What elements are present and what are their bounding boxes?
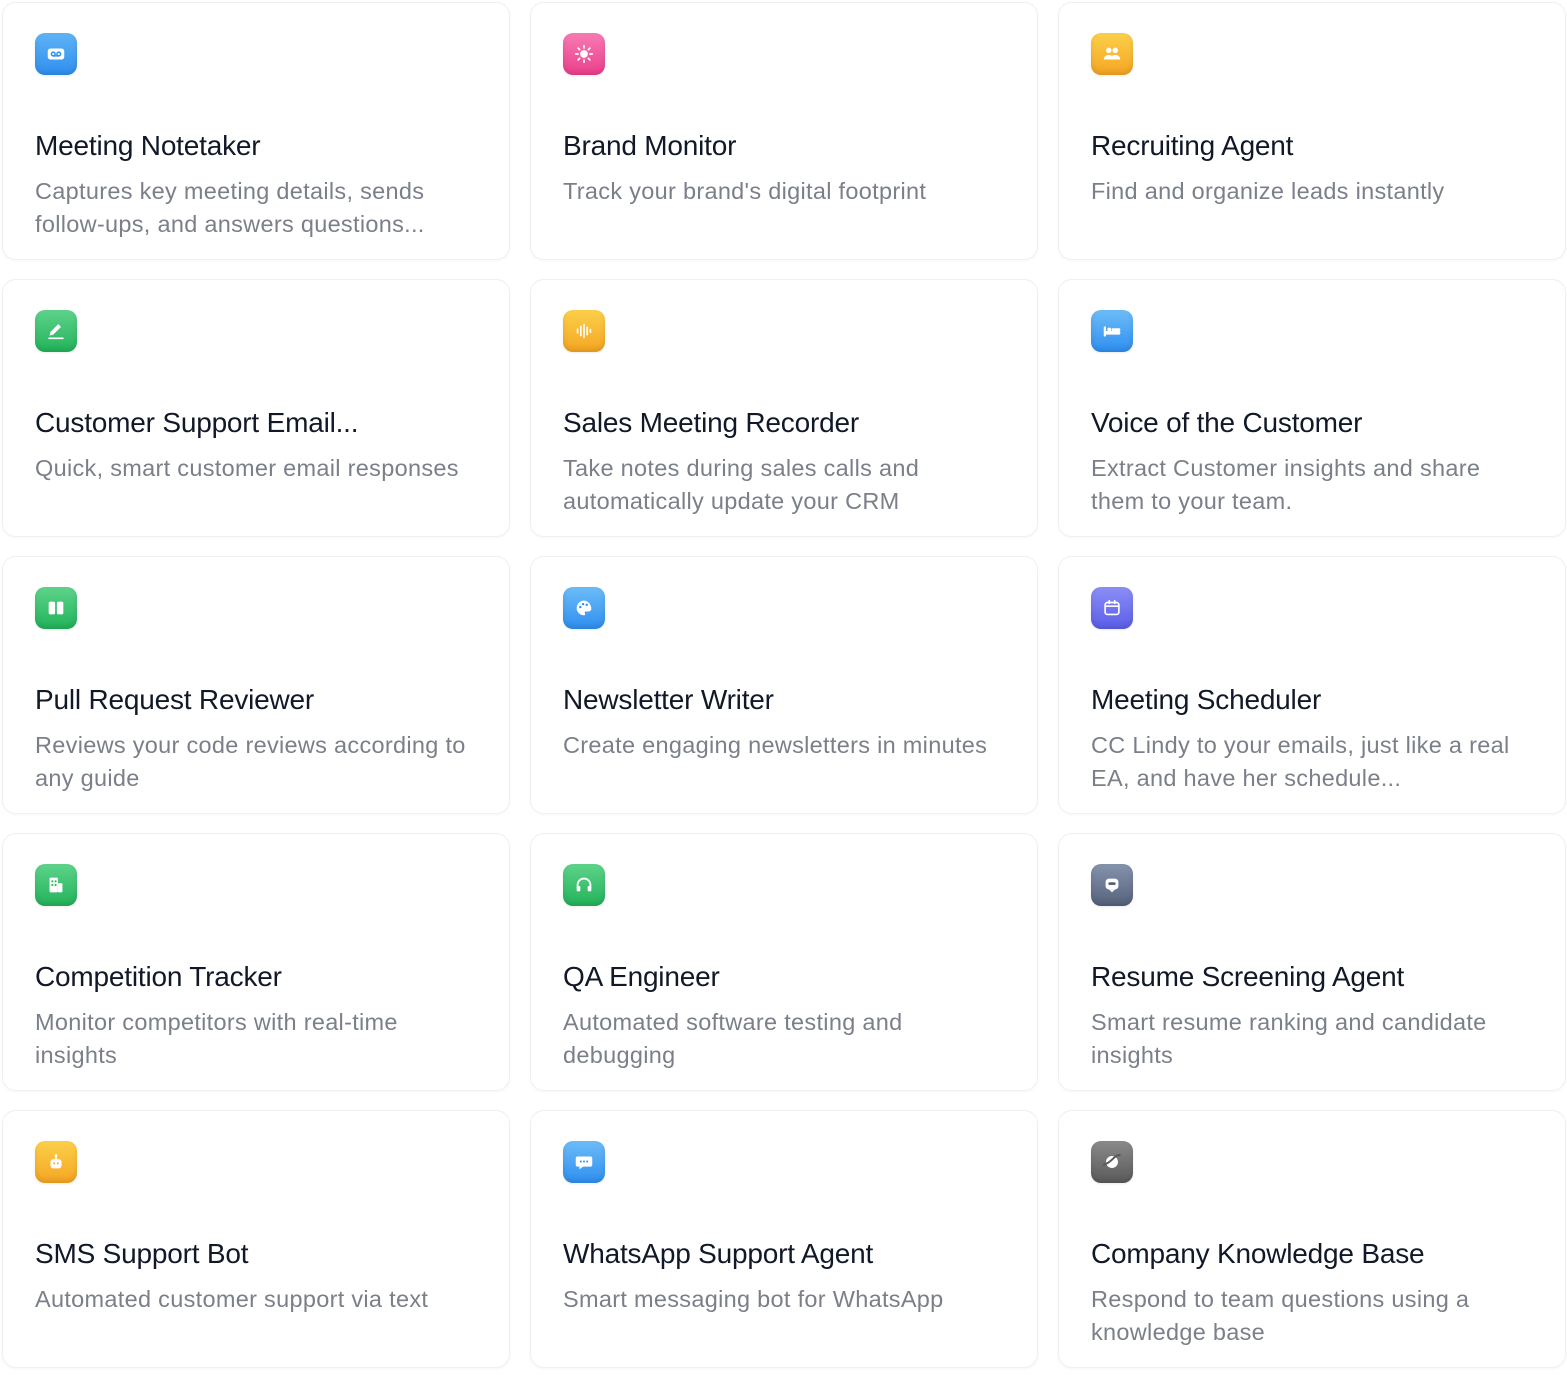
card-title: Sales Meeting Recorder: [563, 407, 859, 438]
template-card-meeting-scheduler[interactable]: Meeting Scheduler CC Lindy to your email…: [1058, 556, 1566, 814]
card-title: WhatsApp Support Agent: [563, 1238, 874, 1269]
chat-icon: [563, 1141, 605, 1183]
template-card-brand-monitor[interactable]: Brand Monitor Track your brand's digital…: [530, 2, 1038, 260]
card-title: Recruiting Agent: [1091, 130, 1294, 161]
template-card-whatsapp-support-agent[interactable]: WhatsApp Support Agent Smart messaging b…: [530, 1110, 1038, 1368]
card-title: SMS Support Bot: [35, 1238, 249, 1269]
card-description: Smart resume ranking and candidate insig…: [1091, 1009, 1487, 1068]
card-description: Smart messaging bot for WhatsApp: [563, 1286, 944, 1312]
bed-icon: [1091, 310, 1133, 352]
template-card-pull-request-reviewer[interactable]: Pull Request Reviewer Reviews your code …: [2, 556, 510, 814]
card-description: Automated software testing and debugging: [563, 1009, 903, 1068]
building-icon: [35, 864, 77, 906]
people-icon: [1091, 33, 1133, 75]
template-card-recruiting-agent[interactable]: Recruiting Agent Find and organize leads…: [1058, 2, 1566, 260]
calendar-icon: [1091, 587, 1133, 629]
card-description: Reviews your code reviews according to a…: [35, 732, 466, 791]
card-title: Resume Screening Agent: [1091, 961, 1405, 992]
card-description: Extract Customer insights and share them…: [1091, 455, 1481, 514]
card-title: Competition Tracker: [35, 961, 282, 992]
card-title: Meeting Scheduler: [1091, 684, 1322, 715]
card-title: Meeting Notetaker: [35, 130, 261, 161]
card-title: Pull Request Reviewer: [35, 684, 315, 715]
template-card-resume-screening-agent[interactable]: Resume Screening Agent Smart resume rank…: [1058, 833, 1566, 1091]
template-card-company-knowledge-base[interactable]: Company Knowledge Base Respond to team q…: [1058, 1110, 1566, 1368]
card-description: Respond to team questions using a knowle…: [1091, 1286, 1470, 1345]
bot-icon: [35, 1141, 77, 1183]
card-description: Captures key meeting details, sends foll…: [35, 178, 425, 237]
card-title: Voice of the Customer: [1091, 407, 1363, 438]
book-icon: [35, 587, 77, 629]
template-card-voice-of-the-customer[interactable]: Voice of the Customer Extract Customer i…: [1058, 279, 1566, 537]
planet-icon: [1091, 1141, 1133, 1183]
template-card-sms-support-bot[interactable]: SMS Support Bot Automated customer suppo…: [2, 1110, 510, 1368]
card-title: Company Knowledge Base: [1091, 1238, 1425, 1269]
card-title: Brand Monitor: [563, 130, 737, 161]
card-description: Automated customer support via text: [35, 1286, 429, 1312]
headphones-icon: [563, 864, 605, 906]
waveform-icon: [563, 310, 605, 352]
card-description: Monitor competitors with real-time insig…: [35, 1009, 398, 1068]
template-card-customer-support-email[interactable]: Customer Support Email... Quick, smart c…: [2, 279, 510, 537]
card-description: Take notes during sales calls and automa…: [563, 455, 920, 514]
card-title: QA Engineer: [563, 961, 720, 992]
template-card-competition-tracker[interactable]: Competition Tracker Monitor competitors …: [2, 833, 510, 1091]
robot-icon: [1091, 864, 1133, 906]
card-description: CC Lindy to your emails, just like a rea…: [1091, 732, 1510, 791]
card-title: Newsletter Writer: [563, 684, 774, 715]
sparkle-icon: [563, 33, 605, 75]
palette-icon: [563, 587, 605, 629]
template-card-qa-engineer[interactable]: QA Engineer Automated software testing a…: [530, 833, 1038, 1091]
card-description: Track your brand's digital footprint: [563, 178, 927, 204]
template-card-meeting-notetaker[interactable]: Meeting Notetaker Captures key meeting d…: [2, 2, 510, 260]
card-description: Quick, smart customer email responses: [35, 455, 459, 481]
agent-template-grid: Meeting Notetaker Captures key meeting d…: [0, 0, 1567, 1375]
card-description: Find and organize leads instantly: [1091, 178, 1445, 204]
card-description: Create engaging newsletters in minutes: [563, 732, 988, 758]
template-card-sales-meeting-recorder[interactable]: Sales Meeting Recorder Take notes during…: [530, 279, 1038, 537]
card-title: Customer Support Email...: [35, 407, 359, 438]
template-card-newsletter-writer[interactable]: Newsletter Writer Create engaging newsle…: [530, 556, 1038, 814]
voicemail-icon: [35, 33, 77, 75]
pencil-icon: [35, 310, 77, 352]
